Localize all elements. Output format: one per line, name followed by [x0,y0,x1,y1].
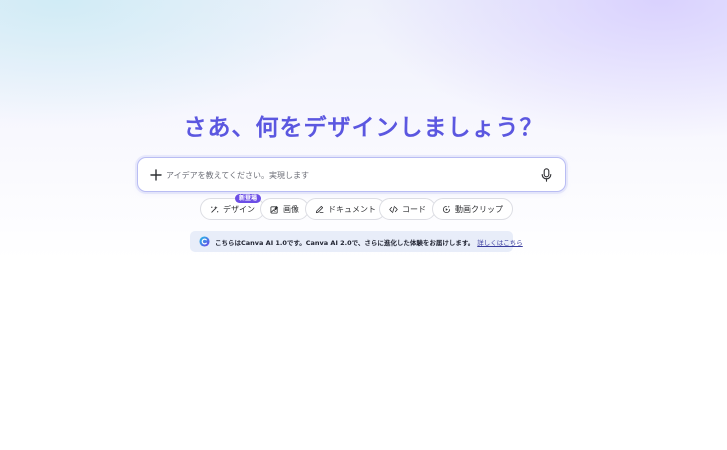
sparkle-icon [211,205,219,213]
video-clip-icon [442,205,451,213]
microphone-icon[interactable] [541,168,552,182]
canva-ai-logo-icon [199,236,210,247]
chip-code[interactable]: コード [379,198,436,220]
suggestion-chips: デザイン 画像 ドキュメント コード 動画クリップ [0,198,727,222]
chip-label: ドキュメント [328,204,376,214]
chip-document[interactable]: ドキュメント [305,198,386,220]
code-icon [389,205,398,213]
page-title: さあ、何をデザインしましょう？ [183,115,544,141]
learn-more-link[interactable]: 詳しくはこちら [477,237,523,247]
prompt-box[interactable] [137,157,566,192]
image-edit-icon [270,205,279,214]
prompt-input[interactable] [166,164,526,186]
chip-label: コード [402,204,426,214]
chip-label: 動画クリップ [455,204,503,214]
plus-icon[interactable] [150,169,162,181]
chip-video-clip[interactable]: 動画クリップ [432,198,513,220]
canva-ai-home: さあ、何をデザインしましょう？ デザイン [0,0,727,450]
chip-image[interactable]: 画像 [260,198,309,220]
notice-text: こちらはCanva AI 1.0です。Canva AI 2.0で、さらに進化した… [215,238,475,247]
upgrade-notice: こちらはCanva AI 1.0です。Canva AI 2.0で、さらに進化した… [190,231,523,252]
pen-doc-icon [315,205,324,213]
chip-label: 画像 [283,204,299,214]
chip-label: デザイン [223,204,255,214]
new-badge: 新登場 [235,194,262,203]
